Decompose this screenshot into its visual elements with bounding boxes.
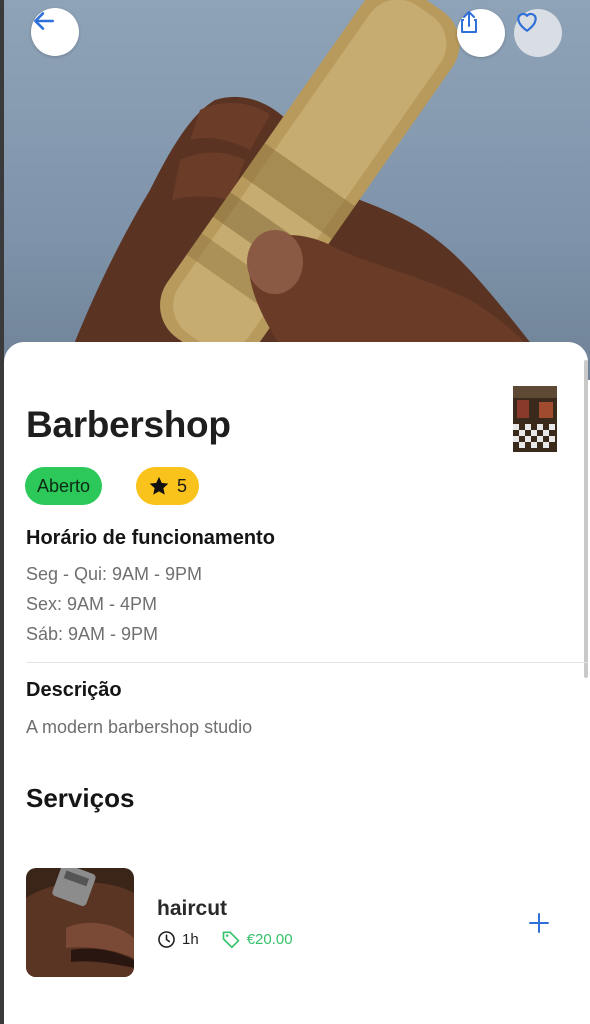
share-button[interactable] — [457, 9, 505, 57]
service-meta: 1h €20.00 — [157, 929, 293, 949]
service-photo — [26, 868, 134, 977]
add-service-button[interactable] — [526, 910, 552, 936]
service-duration: 1h — [182, 930, 199, 948]
services-title: Serviços — [26, 783, 135, 813]
star-icon — [149, 476, 169, 495]
status-badge: Aberto — [25, 467, 103, 505]
service-name: haircut — [157, 897, 228, 920]
rating-badge: 5 — [136, 467, 199, 505]
scrollbar[interactable] — [584, 360, 588, 678]
clock-icon — [158, 930, 175, 948]
shop-thumbnail[interactable] — [513, 386, 557, 452]
hours-line: Seg - Qui: 9AM - 9PM — [26, 564, 203, 584]
back-button[interactable] — [31, 8, 79, 56]
shop-name: Barbershop — [26, 404, 231, 445]
arrow-left-icon — [34, 12, 54, 30]
hero-image — [0, 0, 590, 380]
divider — [26, 662, 588, 663]
description-title: Descrição — [26, 679, 122, 701]
hours-line: Sex: 9AM - 4PM — [26, 594, 158, 614]
service-price: €20.00 — [246, 930, 293, 948]
rating-value: 5 — [176, 475, 187, 496]
plus-icon — [529, 913, 549, 933]
tag-icon — [222, 931, 240, 949]
hero-clipper-photo — [60, 0, 560, 380]
heart-icon — [517, 12, 537, 32]
shop-interior-image — [513, 386, 557, 452]
hours-title: Horário de funcionamento — [26, 527, 275, 549]
hours-line: Sáb: 9AM - 9PM — [26, 624, 159, 644]
description-text: A modern barbershop studio — [26, 717, 253, 737]
favorite-button[interactable] — [514, 9, 562, 57]
share-icon — [461, 11, 477, 33]
service-image[interactable] — [26, 868, 134, 977]
